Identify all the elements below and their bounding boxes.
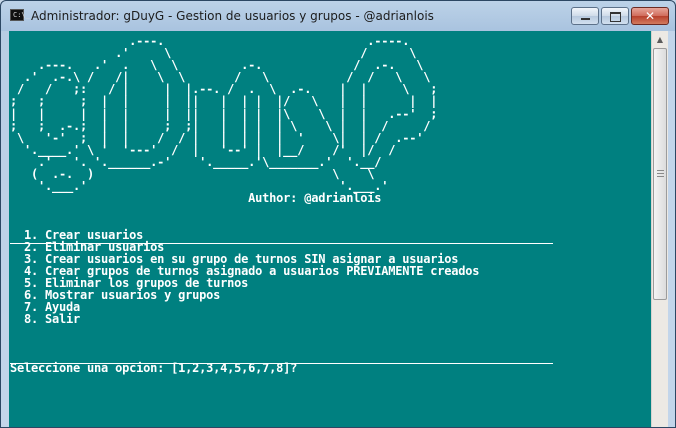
ascii-banner: .---. .----. .' \ / \ .---. .' . \ \ .-.…: [10, 34, 438, 194]
console-output: .---. .----. .' \ / \ .---. .' . \ \ .-.…: [10, 34, 480, 374]
grip-line: [657, 173, 664, 174]
scroll-up-arrow-icon[interactable]: ▲: [652, 31, 668, 48]
console-area[interactable]: .---. .----. .' \ / \ .---. .' . \ \ .-.…: [9, 31, 651, 427]
window-title: Administrador: gDuyG - Gestion de usuari…: [31, 9, 434, 23]
maximize-icon: [610, 12, 621, 22]
title-bar[interactable]: C:\_ Administrador: gDuyG - Gestion de u…: [1, 1, 675, 31]
close-button[interactable]: ✕: [631, 7, 669, 25]
close-icon: ✕: [644, 9, 656, 23]
grip-line: [657, 176, 664, 177]
separator-top: [10, 243, 553, 244]
command-prompt-icon[interactable]: C:\_: [10, 9, 30, 21]
minimize-button[interactable]: [571, 7, 599, 25]
scrollbar-thumb[interactable]: [653, 48, 667, 300]
separator-bottom: [10, 363, 553, 364]
window-frame-right: [668, 31, 675, 427]
author-line: Author: @adrianlois: [10, 191, 382, 206]
minimize-icon: [581, 18, 590, 20]
vertical-scrollbar[interactable]: ▲: [651, 31, 668, 427]
maximize-button[interactable]: [601, 7, 629, 25]
grip-line: [657, 170, 664, 171]
menu-item-salir: 8. Salir: [10, 312, 81, 327]
console-window: C:\_ Administrador: gDuyG - Gestion de u…: [0, 0, 676, 428]
command-prompt-icon-glyph: C:\_: [13, 11, 30, 19]
